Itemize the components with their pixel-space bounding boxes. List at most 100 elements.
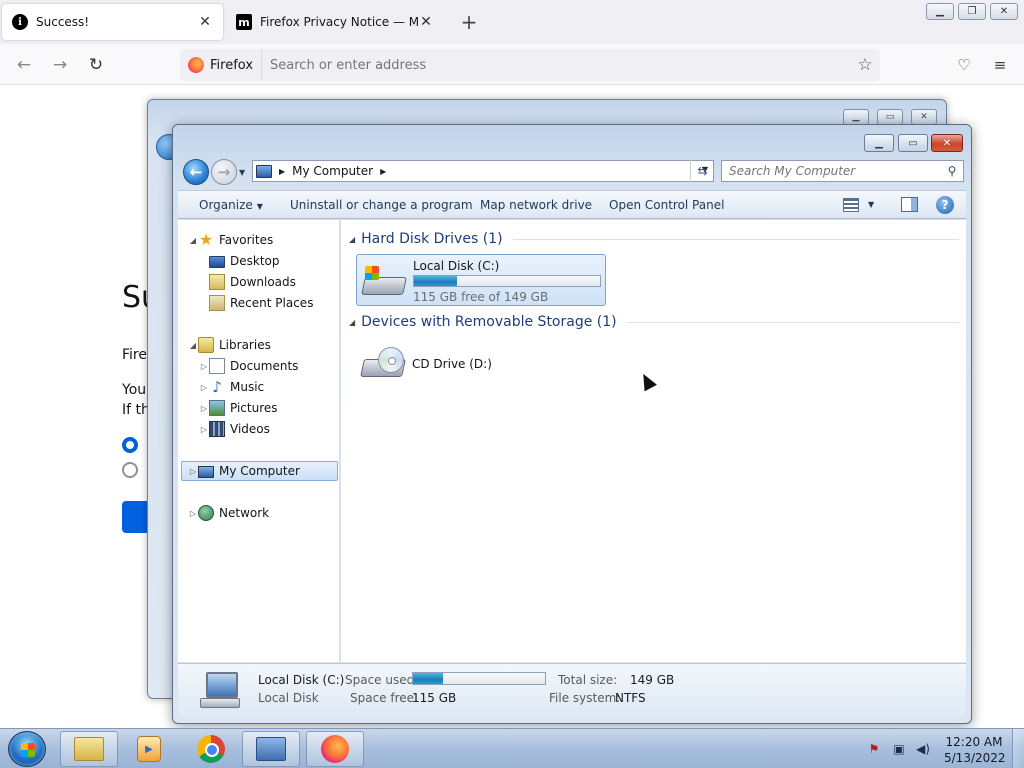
- recent-places-icon: [209, 295, 225, 311]
- content-pane: ◢ Hard Disk Drives (1) Local Disk (C:) 1…: [341, 220, 966, 662]
- bookmark-star-icon[interactable]: ☆: [850, 55, 880, 75]
- media-player-icon: ▶: [137, 736, 161, 762]
- collapsed-arrow-icon[interactable]: ▷: [199, 383, 209, 392]
- expanded-arrow-icon[interactable]: ◢: [188, 236, 198, 245]
- space-used-label: Space used:: [345, 673, 419, 687]
- close-tab-icon[interactable]: ✕: [418, 14, 434, 30]
- tab-privacy-notice[interactable]: m Firefox Privacy Notice — Mozilla ✕: [226, 4, 444, 40]
- chevron-right-icon[interactable]: ▶: [380, 167, 386, 176]
- close-window-button[interactable]: ✕: [911, 109, 937, 125]
- monitor-base: [200, 698, 240, 708]
- collapse-group-icon[interactable]: ◢: [349, 318, 355, 327]
- minimize-button[interactable]: ▁: [864, 134, 894, 152]
- url-bar[interactable]: Firefox ☆: [180, 49, 880, 81]
- nav-downloads[interactable]: Downloads: [209, 272, 296, 292]
- reload-button[interactable]: ↻: [84, 53, 108, 77]
- nav-libraries[interactable]: ◢ Libraries: [188, 335, 271, 355]
- collapsed-arrow-icon[interactable]: ▷: [188, 509, 198, 518]
- uninstall-program-button[interactable]: Uninstall or change a program: [290, 198, 473, 212]
- nav-network[interactable]: ▷ Network: [188, 503, 269, 523]
- collapsed-arrow-icon[interactable]: ▷: [199, 425, 209, 434]
- refresh-button[interactable]: ⇆: [690, 160, 714, 182]
- windows-logo-icon: [21, 743, 35, 757]
- nav-favorites[interactable]: ◢ ★ Favorites: [188, 230, 273, 250]
- group-header-removable-storage[interactable]: ◢ Devices with Removable Storage (1): [349, 314, 959, 330]
- maximize-button[interactable]: ▭: [877, 109, 903, 125]
- address-bar[interactable]: ▶ My Computer ▶ ▼: [252, 160, 714, 182]
- minimize-button[interactable]: ▁: [926, 3, 954, 20]
- close-tab-icon[interactable]: ✕: [197, 14, 213, 30]
- nav-label: Network: [219, 506, 270, 520]
- taskbar-chrome[interactable]: [182, 731, 240, 767]
- maximize-button[interactable]: ▭: [898, 134, 928, 152]
- nav-pictures[interactable]: ▷ Pictures: [199, 398, 278, 418]
- search-input[interactable]: [722, 164, 941, 178]
- new-tab-button[interactable]: +: [458, 11, 480, 33]
- monitor-shape: [206, 672, 238, 698]
- search-box[interactable]: ⚲: [721, 160, 964, 182]
- menu-icon[interactable]: ≡: [988, 53, 1012, 77]
- nav-my-computer[interactable]: ▷ My Computer: [181, 461, 338, 481]
- computer-large-icon: [198, 670, 242, 710]
- breadcrumb-my-computer[interactable]: My Computer: [292, 164, 373, 178]
- close-window-button[interactable]: ✕: [990, 3, 1018, 20]
- recent-pages-dropdown[interactable]: ▼: [239, 168, 245, 177]
- map-network-drive-button[interactable]: Map network drive: [480, 198, 592, 212]
- show-desktop-button[interactable]: [1012, 729, 1024, 768]
- taskbar-firefox[interactable]: [306, 731, 364, 767]
- radio-option[interactable]: [122, 462, 138, 478]
- taskbar-network-app[interactable]: [242, 731, 300, 767]
- radio-option[interactable]: [122, 437, 138, 453]
- collapse-group-icon[interactable]: ◢: [349, 235, 355, 244]
- collapsed-arrow-icon[interactable]: ▷: [199, 404, 209, 413]
- identity-box[interactable]: Firefox: [180, 49, 263, 81]
- back-button[interactable]: ←: [183, 159, 209, 185]
- music-icon: ♪: [212, 378, 222, 396]
- start-button[interactable]: [8, 731, 46, 767]
- total-size-value: 149 GB: [630, 673, 675, 687]
- forward-button[interactable]: →: [48, 53, 72, 77]
- search-icon[interactable]: ⚲: [941, 164, 963, 178]
- nav-label: Downloads: [230, 275, 296, 289]
- open-control-panel-button[interactable]: Open Control Panel: [609, 198, 724, 212]
- pictures-icon: [209, 400, 225, 416]
- nav-documents[interactable]: ▷ Documents: [199, 356, 298, 376]
- clock-date: 5/13/2022: [944, 751, 1006, 765]
- minimize-button[interactable]: ▁: [843, 109, 869, 125]
- libraries-icon: [198, 337, 214, 353]
- network-tray-icon[interactable]: ▣: [891, 742, 907, 756]
- page-text: If th: [122, 402, 150, 418]
- group-title: Devices with Removable Storage (1): [361, 314, 617, 330]
- back-button[interactable]: ←: [12, 53, 36, 77]
- star-icon: ★: [198, 230, 214, 249]
- expanded-arrow-icon[interactable]: ◢: [188, 341, 198, 350]
- tab-success[interactable]: i Success! ✕: [2, 4, 223, 40]
- action-center-flag-icon[interactable]: ⚑: [866, 742, 882, 756]
- nav-music[interactable]: ▷ ♪ Music: [199, 377, 264, 397]
- nav-recent-places[interactable]: Recent Places: [209, 293, 313, 313]
- restore-button[interactable]: ❐: [958, 3, 986, 20]
- forward-button[interactable]: →: [211, 159, 237, 185]
- collapsed-arrow-icon[interactable]: ▷: [199, 362, 209, 371]
- taskbar-explorer[interactable]: [60, 731, 118, 767]
- view-dropdown-icon[interactable]: ▼: [868, 200, 874, 209]
- organize-button[interactable]: Organize ▼: [199, 198, 263, 212]
- taskbar-media-player[interactable]: ▶: [120, 731, 178, 767]
- nav-videos[interactable]: ▷ Videos: [199, 419, 270, 439]
- clock[interactable]: 12:20 AM 5/13/2022: [944, 734, 1006, 766]
- address-input[interactable]: [262, 57, 850, 73]
- network-app-icon: [256, 737, 286, 761]
- nav-desktop[interactable]: Desktop: [209, 251, 280, 271]
- change-view-icon[interactable]: [843, 198, 859, 212]
- chevron-right-icon[interactable]: ▶: [279, 167, 285, 176]
- drive-local-disk-c[interactable]: Local Disk (C:) 115 GB free of 149 GB: [356, 254, 606, 306]
- nav-label: Libraries: [219, 338, 271, 352]
- help-icon[interactable]: ?: [936, 196, 954, 214]
- pocket-icon[interactable]: ♡: [952, 53, 976, 77]
- preview-pane-icon[interactable]: [901, 197, 918, 212]
- group-header-hard-disk-drives[interactable]: ◢ Hard Disk Drives (1): [349, 231, 959, 247]
- close-window-button[interactable]: ✕: [931, 134, 963, 152]
- drive-cd-d[interactable]: CD Drive (D:): [356, 337, 606, 389]
- volume-icon[interactable]: ◀): [915, 742, 931, 756]
- collapsed-arrow-icon[interactable]: ▷: [188, 467, 198, 476]
